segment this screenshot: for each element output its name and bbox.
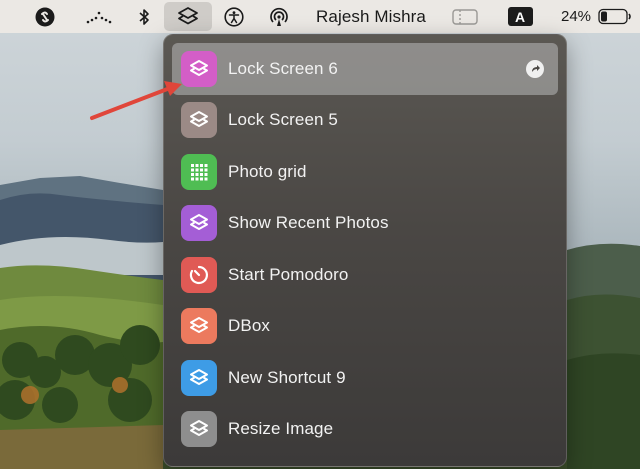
menu-item-resize-image[interactable]: Resize Image bbox=[172, 404, 558, 456]
airdrop-icon[interactable] bbox=[266, 0, 292, 33]
run-shortcut-icon[interactable] bbox=[526, 59, 544, 78]
shortcuts-icon bbox=[181, 308, 217, 345]
menu-item-show-recent-photos[interactable]: Show Recent Photos bbox=[172, 198, 558, 250]
menu-item-label: Show Recent Photos bbox=[228, 213, 389, 233]
menu-item-lock-screen-5[interactable]: Lock Screen 5 bbox=[172, 95, 558, 147]
input-source-indicator[interactable]: A bbox=[506, 0, 534, 33]
shazam-icon[interactable] bbox=[32, 0, 58, 33]
bluetooth-icon[interactable] bbox=[134, 0, 154, 33]
menu-item-label: Lock Screen 6 bbox=[228, 58, 338, 78]
timer-icon bbox=[181, 256, 217, 293]
menu-item-label: Resize Image bbox=[228, 419, 334, 439]
grid-icon bbox=[181, 153, 217, 190]
stage-manager-dots-icon[interactable] bbox=[84, 0, 114, 33]
menu-item-dbox[interactable]: DBox bbox=[172, 301, 558, 353]
keyboard-input-label: A bbox=[507, 7, 533, 26]
menu-item-photo-grid[interactable]: Photo grid bbox=[172, 146, 558, 198]
menu-bar: Rajesh Mishra A 24% bbox=[0, 0, 640, 33]
menu-item-start-pomodoro[interactable]: Start Pomodoro bbox=[172, 249, 558, 301]
menu-item-lock-screen-6[interactable]: Lock Screen 6 bbox=[172, 43, 558, 95]
menu-item-label: DBox bbox=[228, 316, 270, 336]
window-layout-icon[interactable] bbox=[450, 0, 480, 33]
annotation-arrow bbox=[90, 81, 182, 120]
shortcuts-icon bbox=[181, 205, 217, 242]
menu-item-label: Start Pomodoro bbox=[228, 264, 349, 284]
shortcuts-icon bbox=[181, 411, 217, 448]
menu-item-new-shortcut-9[interactable]: New Shortcut 9 bbox=[172, 352, 558, 404]
shortcuts-icon bbox=[181, 359, 217, 396]
menu-item-label: Lock Screen 5 bbox=[228, 110, 338, 130]
accessibility-icon[interactable] bbox=[222, 0, 246, 33]
battery-percent[interactable]: 24% bbox=[556, 0, 596, 33]
battery-icon[interactable] bbox=[596, 0, 634, 33]
menu-item-label: Photo grid bbox=[228, 161, 307, 181]
shortcuts-menubar-icon[interactable] bbox=[164, 2, 212, 31]
menu-item-label: New Shortcut 9 bbox=[228, 367, 346, 387]
shortcuts-dropdown-menu: Lock Screen 6 Lock Screen 5 Photo grid S… bbox=[163, 34, 567, 467]
user-name[interactable]: Rajesh Mishra bbox=[312, 0, 430, 33]
